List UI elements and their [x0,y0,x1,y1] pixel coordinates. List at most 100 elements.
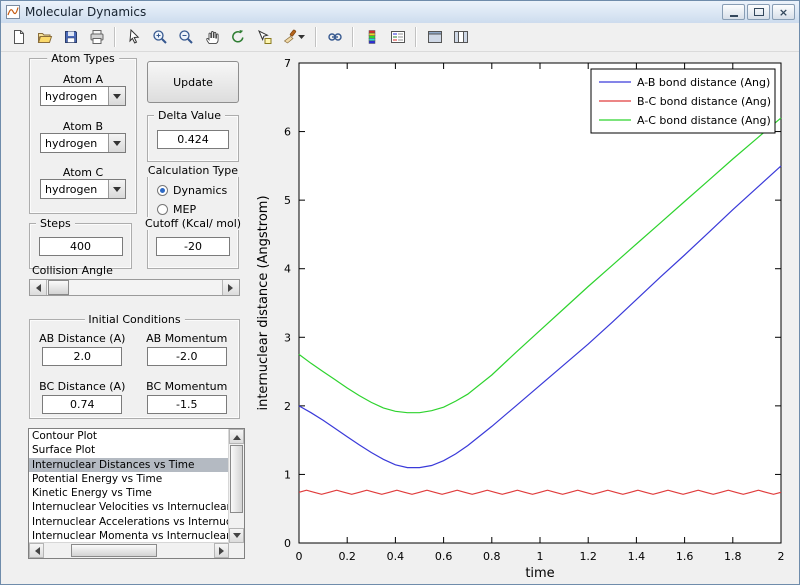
ab-distance-field[interactable] [42,347,123,366]
mep-radio[interactable] [157,204,168,215]
calculation-type-title: Calculation Type [143,164,243,177]
mep-radio-row[interactable]: MEP [157,203,238,216]
bc-momentum-label: BC Momentum [146,379,228,393]
arrow-right-icon [228,283,237,292]
slider-track[interactable] [47,280,222,295]
minimize-icon [729,14,738,17]
minimize-button[interactable] [722,4,745,20]
ab-momentum-field[interactable] [146,347,227,366]
atom-c-group: Atom C hydrogen [30,166,136,200]
dynamics-radio-row[interactable]: Dynamics [157,184,238,197]
zoom-in-button[interactable] [147,25,172,50]
delta-value-panel: Delta Value [147,109,239,162]
atom-b-dropdown[interactable]: hydrogen [40,132,126,153]
list-item[interactable]: Kinetic Energy vs Time [29,486,229,500]
slider-thumb[interactable] [48,280,69,295]
svg-text:1.8: 1.8 [724,550,742,563]
ab-distance-group: AB Distance (A) [30,332,135,371]
svg-text:5: 5 [284,194,291,207]
slider-left-arrow[interactable] [30,280,47,295]
scroll-left-button[interactable] [29,543,44,558]
dynamics-radio[interactable] [157,185,168,196]
horizontal-scrollbar[interactable] [29,542,229,558]
list-item[interactable]: Internuclear Velocities vs Internuclear … [29,500,229,514]
print-icon [90,30,103,44]
bc-distance-group: BC Distance (A) [30,380,135,419]
vertical-scrollbar[interactable] [228,429,244,543]
scroll-right-button[interactable] [214,543,229,558]
svg-text:7: 7 [284,57,291,70]
svg-text:time: time [525,566,554,581]
save-figure-button[interactable] [58,25,83,50]
ab-momentum-label: AB Momentum [146,332,228,345]
horizontal-scroll-thumb[interactable] [71,544,157,557]
bc-distance-field[interactable] [42,394,123,414]
svg-text:1.2: 1.2 [579,550,597,563]
link-plots-button[interactable] [322,25,347,50]
maximize-button[interactable] [747,4,770,20]
chevron-down-icon[interactable] [108,180,125,199]
svg-text:A-B bond distance (Ang): A-B bond distance (Ang) [637,76,770,89]
svg-text:0: 0 [284,537,291,550]
atom-a-group: Atom A hydrogen [30,73,136,106]
list-item[interactable]: Internuclear Accelerations vs Internucle… [29,515,229,529]
window-controls: × [722,4,799,20]
vertical-scroll-thumb[interactable] [230,445,243,513]
pan-button[interactable] [199,25,224,50]
list-item[interactable]: Surface Plot [29,443,229,457]
insert-legend-button[interactable] [385,25,410,50]
scroll-up-button[interactable] [229,429,244,444]
steps-title: Steps [36,217,75,230]
svg-text:0.4: 0.4 [387,550,405,563]
data-cursor-button[interactable] [251,25,276,50]
close-button[interactable]: × [772,4,795,20]
scroll-down-button[interactable] [229,528,244,543]
cutoff-field[interactable] [156,237,230,256]
arrow-up-icon [232,431,241,440]
chevron-down-icon[interactable] [108,133,125,152]
new-figure-button[interactable] [6,25,31,50]
slider-right-arrow[interactable] [222,280,239,295]
steps-field[interactable] [38,237,123,256]
scrollbar-corner [229,543,244,558]
print-figure-button[interactable] [84,25,109,50]
show-plot-tools-button[interactable] [448,25,473,50]
zoom-in-icon [152,30,167,44]
bc-momentum-group: BC Momentum [135,380,240,419]
update-button[interactable]: Update [147,61,239,103]
atom-a-dropdown[interactable]: hydrogen [40,85,126,106]
toolbar-separator [415,27,417,47]
insert-colorbar-button[interactable] [359,25,384,50]
atom-types-panel-title: Atom Types [47,52,119,65]
list-item[interactable]: Potential Energy vs Time [29,472,229,486]
open-file-button[interactable] [32,25,57,50]
list-item[interactable]: Internuclear Momenta vs Internuclear Dis… [29,529,229,543]
zoom-out-button[interactable] [173,25,198,50]
cutoff-title: Cutoff (Kcal/ mol) [140,217,246,230]
list-item[interactable]: Contour Plot [29,429,229,443]
legend-icon [390,31,405,43]
svg-text:6: 6 [284,126,291,139]
bc-momentum-field[interactable] [146,394,227,414]
delta-value-title: Delta Value [154,109,226,122]
list-item[interactable]: Internuclear Distances vs Time [29,457,229,472]
rotate-3d-button[interactable] [225,25,250,50]
arrow-down-icon [232,532,241,542]
hide-plot-tools-button[interactable] [422,25,447,50]
app-icon [6,5,20,19]
svg-text:0: 0 [296,550,303,563]
zoom-out-icon [178,30,193,44]
close-icon: × [778,5,789,19]
chevron-down-icon[interactable] [108,86,125,105]
show-plot-tools-icon [453,31,468,43]
collision-angle-slider[interactable] [29,279,240,296]
atom-a-dropdown-value: hydrogen [45,89,98,103]
brush-button[interactable] [277,25,310,50]
atom-c-dropdown[interactable]: hydrogen [40,179,126,200]
delta-value-field[interactable] [157,130,229,149]
svg-text:0.8: 0.8 [483,550,501,563]
edit-plot-button[interactable] [121,25,146,50]
atom-a-label: Atom A [62,72,104,86]
title-bar[interactable]: Molecular Dynamics × [1,1,799,24]
svg-text:0.2: 0.2 [338,550,356,563]
